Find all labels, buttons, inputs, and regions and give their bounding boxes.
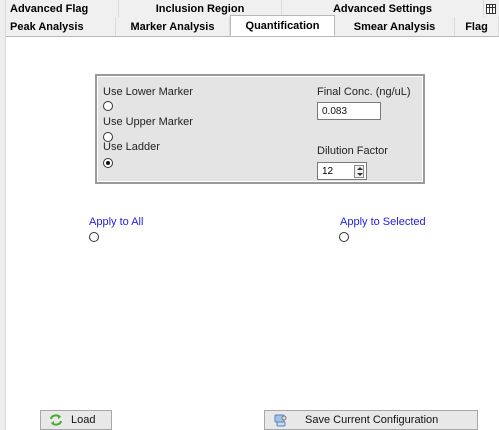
dilution-factor-stepper[interactable]: 12	[317, 162, 367, 180]
stepper-arrows-icon[interactable]	[354, 165, 364, 178]
save-configuration-label: Save Current Configuration	[305, 414, 439, 426]
final-conc-field[interactable]: 0.083	[317, 102, 381, 120]
load-button[interactable]: Load	[40, 410, 112, 430]
reload-icon	[49, 414, 63, 426]
final-conc-label: Final Conc. (ng/uL)	[317, 86, 411, 98]
upper-marker-label: Use Upper Marker	[103, 116, 193, 128]
lower-marker-label: Use Lower Marker	[103, 86, 193, 98]
dilution-factor-value: 12	[322, 166, 334, 177]
tab-smear-analysis[interactable]: Smear Analysis	[335, 17, 455, 36]
tab-quantification[interactable]: Quantification	[230, 15, 335, 36]
save-config-icon	[273, 414, 287, 427]
apply-to-all-link[interactable]: Apply to All	[89, 216, 143, 228]
grid-icon[interactable]	[484, 0, 498, 17]
tab-advanced-flag[interactable]: Advanced Flag	[6, 0, 119, 17]
save-configuration-button[interactable]: Save Current Configuration	[264, 410, 478, 430]
quantification-panel: Use Lower Marker Use Upper Marker Use La…	[95, 74, 425, 184]
ladder-radio[interactable]	[103, 158, 113, 168]
apply-to-selected-link[interactable]: Apply to Selected	[340, 216, 426, 228]
tab-flag[interactable]: Flag	[455, 17, 499, 36]
tab-marker-analysis[interactable]: Marker Analysis	[116, 17, 230, 36]
apply-to-selected-radio[interactable]	[339, 232, 349, 242]
tab-peak-analysis[interactable]: Peak Analysis	[6, 17, 116, 36]
apply-to-all-radio[interactable]	[89, 232, 99, 242]
tab-row-bottom: Peak Analysis Marker Analysis Quantifica…	[6, 15, 499, 37]
left-edge	[0, 0, 6, 430]
dilution-factor-label: Dilution Factor	[317, 145, 388, 157]
lower-marker-radio[interactable]	[103, 101, 113, 111]
load-button-label: Load	[71, 414, 96, 426]
ladder-label: Use Ladder	[103, 141, 160, 153]
